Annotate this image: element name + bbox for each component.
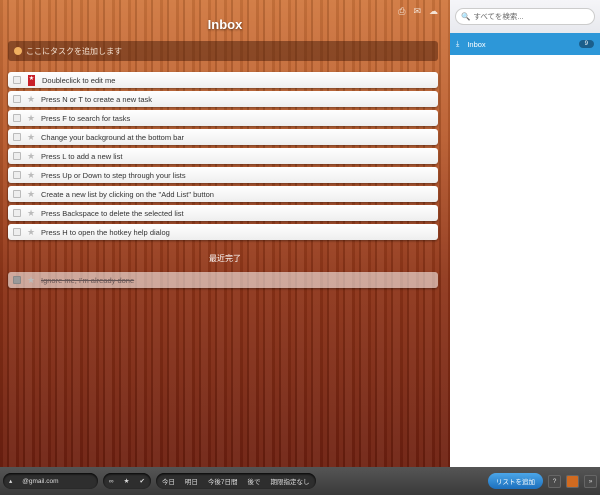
task-checkbox[interactable]	[13, 209, 21, 217]
starred-flag-icon[interactable]: ★	[28, 74, 35, 86]
star-icon[interactable]: ★	[27, 189, 37, 200]
task-text: Press Up or Down to step through your li…	[41, 170, 186, 180]
filter-next-7-days[interactable]: 今後7日間	[208, 476, 238, 486]
print-icon[interactable]: ⎙	[398, 6, 405, 17]
caret-up-icon: ▴	[9, 478, 13, 485]
task-checkbox[interactable]	[13, 171, 21, 179]
task-row[interactable]: ★ Press N or T to create a new task	[8, 91, 438, 107]
star-filter-icon[interactable]: ★	[124, 477, 130, 485]
task-text: Ignore me, I'm already done	[41, 275, 135, 285]
search-icon: 🔍	[461, 12, 471, 21]
account-email: @gmail.com	[22, 477, 59, 485]
add-list-button[interactable]: リストを追加	[488, 473, 543, 489]
task-row[interactable]: ★ Change your background at the bottom ba…	[8, 129, 438, 145]
top-actions: ⎙ ✉ ☁	[398, 6, 438, 17]
bottom-bar: ▴ @gmail.com ∞ ★ ✔ 今日 明日 今後7日間 後で 期限指定なし…	[0, 467, 600, 495]
help-button[interactable]: ?	[548, 474, 561, 488]
star-icon[interactable]: ★	[27, 208, 37, 219]
date-filters: 今日 明日 今後7日間 後で 期限指定なし	[155, 473, 316, 489]
sidebar-item-inbox[interactable]: ⤓ Inbox 9	[450, 33, 600, 55]
task-text: Press H to open the hotkey help dialog	[41, 227, 170, 237]
sidebar: 🔍 すべてを検索... ⤓ Inbox 9	[450, 0, 600, 467]
list-name: Inbox	[467, 39, 486, 49]
task-text: Doubleclick to edit me	[42, 75, 116, 85]
add-task-input[interactable]: ここにタスクを追加します	[8, 41, 438, 61]
inbox-icon: ⤓	[456, 39, 460, 48]
list-title: Inbox	[207, 17, 243, 32]
task-row[interactable]: ★ Create a new list by clicking on the "A…	[8, 186, 438, 202]
task-checkbox[interactable]	[13, 95, 21, 103]
task-checkbox[interactable]	[13, 133, 21, 141]
filter-tomorrow[interactable]: 明日	[185, 476, 198, 486]
task-row[interactable]: ★ Press Backspace to delete the selected …	[8, 205, 438, 221]
filter-no-due-date[interactable]: 期限指定なし	[271, 476, 310, 486]
task-pane: ⎙ ✉ ☁ Inbox ここにタスクを追加します ★ Doubleclick to…	[0, 0, 450, 467]
task-text: Change your background at the bottom bar	[41, 132, 185, 142]
check-filter-icon[interactable]: ✔	[139, 477, 144, 485]
star-icon[interactable]: ★	[27, 151, 37, 162]
task-row[interactable]: ★ Press Up or Down to step through your l…	[8, 167, 438, 183]
star-icon[interactable]: ★	[27, 132, 37, 143]
completed-heading: 最近完了	[209, 254, 241, 263]
task-text: Press Backspace to delete the selected l…	[41, 208, 184, 218]
task-row[interactable]: ★ Doubleclick to edit me	[8, 72, 438, 88]
task-checkbox[interactable]	[13, 152, 21, 160]
checked-checkbox[interactable]	[13, 276, 21, 284]
task-checkbox[interactable]	[13, 190, 21, 198]
task-row[interactable]: ★ Press F to search for tasks	[8, 110, 438, 126]
task-text: Press L to add a new list	[41, 151, 123, 161]
task-row[interactable]: ★ Press L to add a new list	[8, 148, 438, 164]
task-checkbox[interactable]	[13, 228, 21, 236]
filter-today[interactable]: 今日	[162, 476, 175, 486]
task-text: Press N or T to create a new task	[41, 94, 153, 104]
task-count-badge: 9	[578, 40, 594, 48]
star-icon[interactable]: ★	[27, 227, 37, 238]
add-task-placeholder: ここにタスクを追加します	[26, 46, 122, 56]
star-icon[interactable]: ★	[27, 94, 37, 105]
search-placeholder: すべてを検索...	[473, 12, 524, 21]
mail-icon[interactable]: ✉	[413, 6, 421, 17]
account-menu[interactable]: ▴ @gmail.com	[3, 473, 98, 489]
completed-task-row[interactable]: ★ Ignore me, I'm already done	[8, 272, 438, 288]
collapse-sidebar-icon[interactable]: »	[584, 474, 597, 488]
search-input[interactable]: 🔍 すべてを検索...	[455, 8, 595, 25]
infinity-icon[interactable]: ∞	[109, 478, 114, 485]
task-text: Press F to search for tasks	[41, 113, 131, 123]
clock-icon	[14, 47, 22, 55]
task-row[interactable]: ★ Press H to open the hotkey help dialog	[8, 224, 438, 240]
star-icon[interactable]: ★	[27, 170, 37, 181]
task-text: Create a new list by clicking on the "Ad…	[41, 189, 214, 199]
cloud-icon[interactable]: ☁	[429, 6, 438, 17]
star-icon[interactable]: ★	[27, 113, 37, 124]
background-button[interactable]	[566, 474, 579, 488]
star-icon[interactable]: ★	[27, 275, 37, 286]
filter-later[interactable]: 後で	[248, 476, 261, 486]
view-switcher: ∞ ★ ✔	[103, 473, 151, 489]
task-checkbox[interactable]	[13, 76, 21, 84]
task-checkbox[interactable]	[13, 114, 21, 122]
